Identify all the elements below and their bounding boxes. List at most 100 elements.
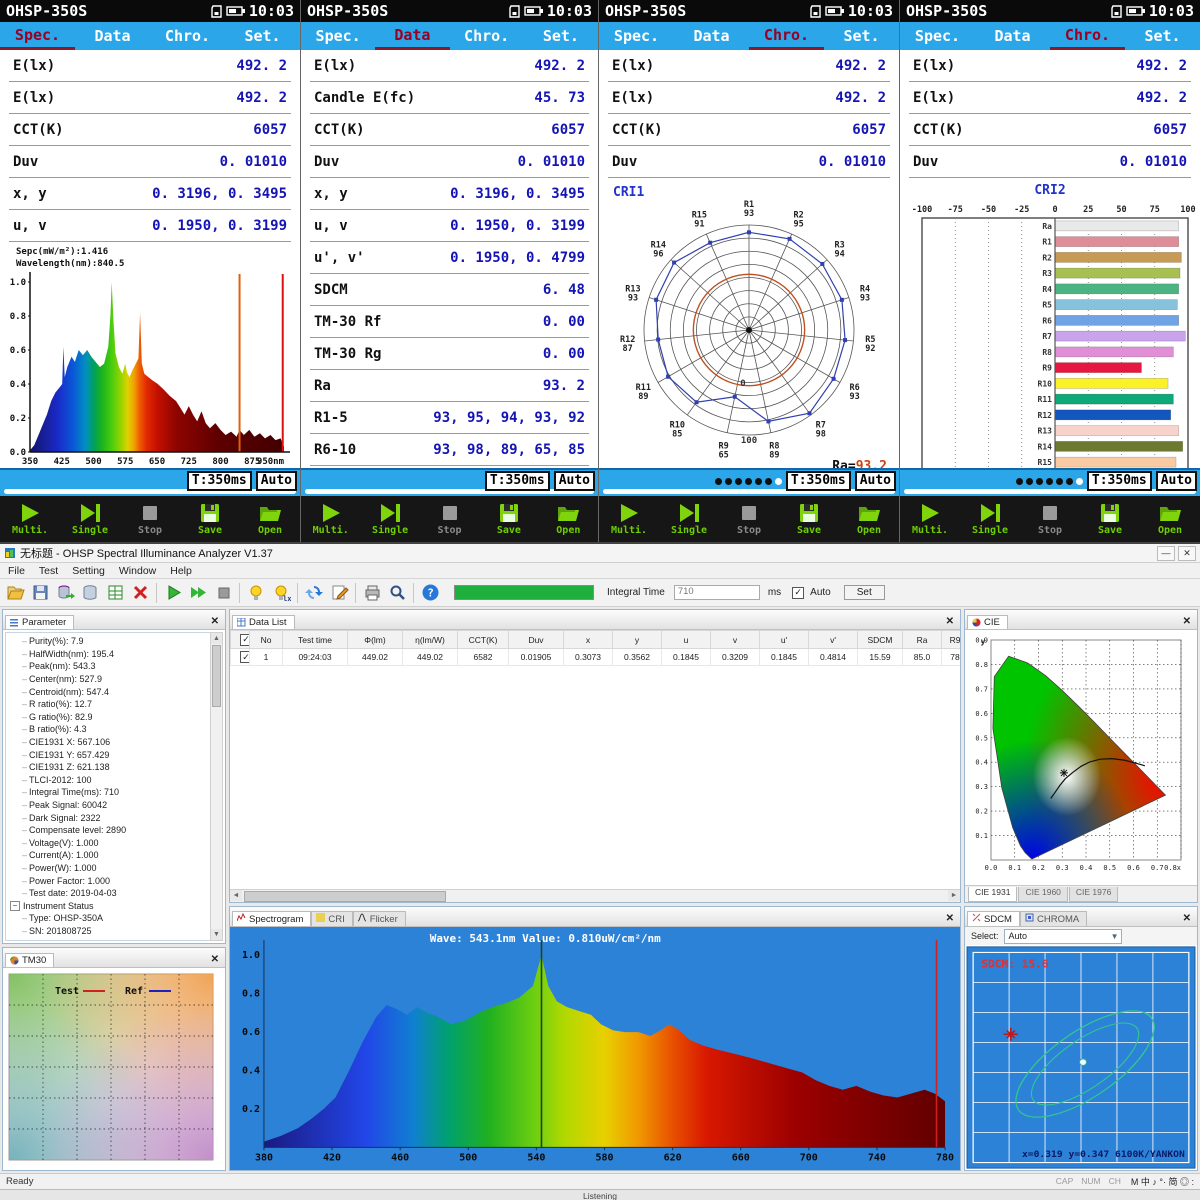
device-tab-chro[interactable]: Chro.: [150, 22, 225, 50]
table-row[interactable]: ✓109:24:03449.02449.0265820.019050.30730…: [231, 649, 961, 666]
checkbox-icon[interactable]: ✓: [240, 651, 250, 663]
device-tab-spec[interactable]: Spec.: [301, 22, 375, 50]
device-tab-data[interactable]: Data: [375, 22, 449, 50]
tree-item[interactable]: –Voltage(V): 1.000: [10, 837, 210, 850]
table-icon[interactable]: [104, 582, 126, 604]
tree-item[interactable]: –Peak Signal: 60042: [10, 799, 210, 812]
integration-time-box[interactable]: T:350ms: [1087, 471, 1152, 491]
save-button[interactable]: Save: [180, 496, 240, 542]
stop-icon[interactable]: [212, 582, 234, 604]
close-icon[interactable]: ✕: [207, 616, 223, 629]
device-tab-chro[interactable]: Chro.: [749, 22, 824, 50]
close-icon[interactable]: ✕: [942, 913, 958, 926]
tree-item[interactable]: –HalfWidth(nm): 195.4: [10, 648, 210, 661]
tab-data-list[interactable]: Data List: [232, 615, 295, 629]
device-tab-set[interactable]: Set.: [225, 22, 300, 50]
stop-button[interactable]: Stop: [420, 496, 479, 542]
device-tab-set[interactable]: Set.: [1125, 22, 1200, 50]
save-icon[interactable]: [29, 582, 51, 604]
close-icon[interactable]: ✕: [1179, 913, 1195, 926]
multi-button[interactable]: Multi.: [900, 496, 960, 542]
scroll-left-icon[interactable]: ◄: [230, 890, 242, 901]
single-button[interactable]: Single: [60, 496, 120, 542]
menu-setting[interactable]: Setting: [72, 565, 105, 577]
device-tab-data[interactable]: Data: [75, 22, 150, 50]
tree-item[interactable]: –G ratio(%): 82.9: [10, 711, 210, 724]
open-button[interactable]: Open: [539, 496, 598, 542]
minimize-button[interactable]: —: [1157, 546, 1175, 561]
open-icon[interactable]: [4, 582, 26, 604]
tree-item[interactable]: –R ratio(%): 12.7: [10, 698, 210, 711]
integration-time-box[interactable]: T:350ms: [786, 471, 851, 491]
tree-item[interactable]: –Power Factor: 1.000: [10, 874, 210, 887]
tab-sdcm[interactable]: SDCM: [967, 911, 1020, 926]
device-tab-spec[interactable]: Spec.: [0, 22, 75, 50]
tree-item[interactable]: –Centroid(nm): 547.4: [10, 685, 210, 698]
menu-help[interactable]: Help: [170, 565, 192, 577]
help-icon[interactable]: ?: [419, 582, 441, 604]
export-icon[interactable]: [54, 582, 76, 604]
tab-tm30[interactable]: TM30: [5, 953, 54, 967]
single-button[interactable]: Single: [960, 496, 1020, 542]
integral-time-input[interactable]: 710: [674, 585, 760, 600]
tree-item[interactable]: –Test date: 2019-04-03: [10, 887, 210, 900]
horizontal-scrollbar[interactable]: ◄►: [230, 889, 960, 902]
tree-item[interactable]: –TLCI-2012: 100: [10, 774, 210, 787]
tree-item[interactable]: –Peak(nm): 543.3: [10, 660, 210, 673]
multi-button[interactable]: Multi.: [599, 496, 659, 542]
tree-item[interactable]: –Power(W): 1.000: [10, 862, 210, 875]
tree-node[interactable]: −Instrument Status: [10, 899, 210, 912]
tab-parameter[interactable]: Parameter: [5, 615, 74, 629]
edit-icon[interactable]: [328, 582, 350, 604]
collapse-icon[interactable]: −: [10, 901, 20, 911]
menu-window[interactable]: Window: [119, 565, 156, 577]
tree-item[interactable]: –Current(A): 1.000: [10, 849, 210, 862]
auto-mode-box[interactable]: Auto: [554, 471, 595, 491]
tree-item[interactable]: –CIE1931 X: 567.106: [10, 736, 210, 749]
open-button[interactable]: Open: [1140, 496, 1200, 542]
device-tab-data[interactable]: Data: [674, 22, 749, 50]
tree-item[interactable]: –SN: 201808725: [10, 925, 210, 938]
stop-button[interactable]: Stop: [120, 496, 180, 542]
parameter-scrollbar[interactable]: ▲ ▼: [210, 632, 223, 941]
print-icon[interactable]: [361, 582, 383, 604]
stop-button[interactable]: Stop: [719, 496, 779, 542]
close-icon[interactable]: ✕: [207, 954, 223, 967]
device-tab-set[interactable]: Set.: [824, 22, 899, 50]
save-button[interactable]: Save: [1080, 496, 1140, 542]
row-checkbox[interactable]: ✓: [231, 649, 250, 666]
open-button[interactable]: Open: [839, 496, 899, 542]
delete-icon[interactable]: [129, 582, 151, 604]
close-icon[interactable]: ✕: [942, 616, 958, 629]
cie-tab-1933[interactable]: CIE 1976: [1069, 887, 1118, 902]
open-button[interactable]: Open: [240, 496, 300, 542]
device-tab-spec[interactable]: Spec.: [599, 22, 674, 50]
tree-item[interactable]: –Start Wave(nm): 380: [10, 937, 210, 941]
multi-button[interactable]: Multi.: [0, 496, 60, 542]
play-all-icon[interactable]: [187, 582, 209, 604]
device-tab-spec[interactable]: Spec.: [900, 22, 975, 50]
tree-item[interactable]: –B ratio(%): 4.3: [10, 723, 210, 736]
tree-item[interactable]: –CIE1931 Z: 621.138: [10, 761, 210, 774]
device-tab-data[interactable]: Data: [975, 22, 1050, 50]
tab-spectrogram[interactable]: Spectrogram: [232, 911, 311, 926]
tree-item[interactable]: –Type: OHSP-350A: [10, 912, 210, 925]
select-all-checkbox[interactable]: ✓: [231, 631, 250, 649]
tab-cri[interactable]: CRI: [311, 911, 352, 926]
tree-item[interactable]: –Integral Time(ms): 710: [10, 786, 210, 799]
sync-icon[interactable]: [303, 582, 325, 604]
multi-button[interactable]: Multi.: [301, 496, 360, 542]
auto-mode-box[interactable]: Auto: [1156, 471, 1197, 491]
tree-item[interactable]: –CIE1931 Y: 657.429: [10, 748, 210, 761]
find-icon[interactable]: [386, 582, 408, 604]
integration-time-box[interactable]: T:350ms: [485, 471, 550, 491]
menu-test[interactable]: Test: [39, 565, 58, 577]
tab-cie[interactable]: CIE: [967, 615, 1008, 629]
tree-item[interactable]: –Center(nm): 527.9: [10, 673, 210, 686]
stop-button[interactable]: Stop: [1020, 496, 1080, 542]
tab-chroma[interactable]: CHROMA: [1020, 911, 1087, 926]
lamp-lx-icon[interactable]: lx: [270, 582, 292, 604]
auto-checkbox[interactable]: ✓: [792, 587, 804, 599]
integration-time-box[interactable]: T:350ms: [187, 471, 252, 491]
close-icon[interactable]: ✕: [1179, 616, 1195, 629]
